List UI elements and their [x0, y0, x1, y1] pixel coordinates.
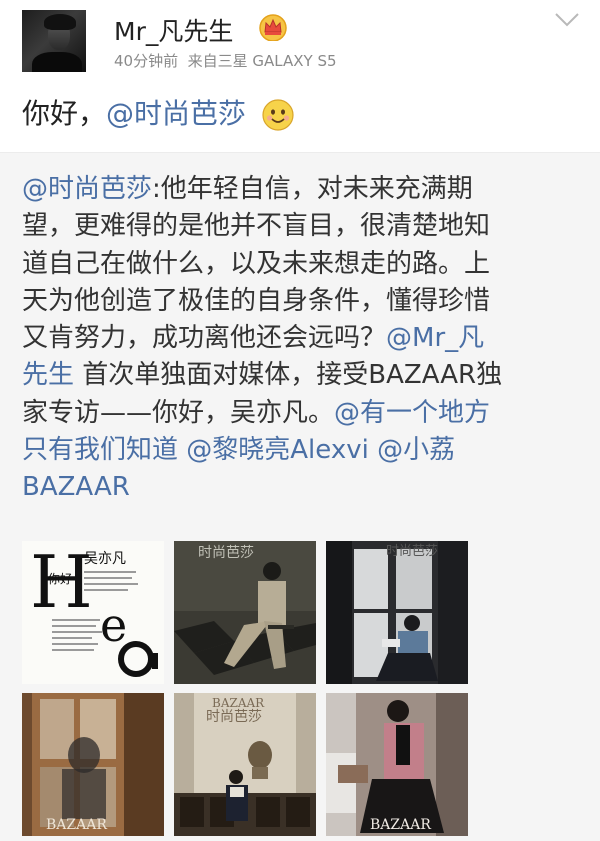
- repost-text-line: 道自己在做什么，以及未来想走的路。上: [22, 246, 582, 283]
- repost-text-line: 又肯努力，成功离他还会远吗？@Mr_凡: [22, 320, 582, 357]
- photo-text: BAZAAR: [212, 696, 265, 710]
- post-time: 40分钟前: [114, 52, 179, 70]
- avatar-silhouette: [32, 52, 82, 72]
- avatar-hair: [44, 14, 76, 30]
- repost-text-line: @时尚芭莎:他年轻自信，对未来充满期: [22, 171, 582, 208]
- photo-thumbnail[interactable]: BAZAAR: [22, 693, 164, 836]
- photo-text: e: [100, 598, 127, 652]
- smile-emoji-icon: [262, 99, 294, 131]
- repost-text-segment: 家专访——你好，吴亦凡。: [22, 397, 335, 428]
- repost-text-line: 只有我们知道 @黎晓亮Alexvi @小荔: [22, 432, 582, 469]
- photo-text: 时尚芭莎: [386, 544, 438, 559]
- photo-thumbnail[interactable]: 时尚芭莎: [326, 541, 468, 684]
- mention-link[interactable]: @时尚芭莎: [106, 97, 246, 130]
- mention-link[interactable]: @时尚芭莎: [22, 174, 152, 204]
- photo-thumbnail[interactable]: 时尚芭莎: [174, 541, 316, 684]
- mention-link[interactable]: BAZAAR: [22, 472, 130, 502]
- photo-text: 你好: [48, 572, 72, 586]
- chevron-down-icon[interactable]: [554, 12, 580, 28]
- mention-link[interactable]: 先生: [22, 360, 74, 390]
- repost-text-line: 望，更难得的是他并不盲目，很清楚地知: [22, 208, 582, 245]
- mention-link[interactable]: 只有我们知道 @黎晓亮Alexvi @小荔: [22, 435, 455, 465]
- photo-thumbnail[interactable]: BAZAAR: [326, 693, 468, 836]
- repost-text-line: BAZAAR: [22, 469, 582, 506]
- repost-text-segment: 天为他创造了极佳的自身条件，懂得珍惜: [22, 285, 491, 316]
- repost-text-segment: 首次单独面对媒体，接受BAZAAR独: [74, 360, 503, 391]
- photo-text: 时尚芭莎: [198, 544, 254, 561]
- username[interactable]: Mr_凡先生: [114, 12, 233, 48]
- photo-text: 时尚芭莎: [206, 708, 262, 725]
- photo-text: BAZAAR: [370, 817, 431, 833]
- mention-link[interactable]: @Mr_凡: [386, 323, 484, 353]
- photo-text: 吴亦凡: [84, 551, 126, 567]
- crown-vip-icon: [259, 14, 287, 41]
- repost-text-line: 家专访——你好，吴亦凡。@有一个地方: [22, 395, 582, 432]
- repost-card[interactable]: @时尚芭莎:他年轻自信，对未来充满期 望，更难得的是他并不盲目，很清楚地知 道自己在…: [0, 152, 600, 841]
- repost-text: @时尚芭莎:他年轻自信，对未来充满期 望，更难得的是他并不盲目，很清楚地知 道自己在…: [22, 171, 582, 507]
- photo-thumbnail[interactable]: H 吴亦凡 你好 e: [22, 541, 164, 684]
- post-text: 你好，@时尚芭莎: [22, 92, 294, 136]
- post-header: Mr_凡先生 40分钟前 来自三星 GALAXY S5: [0, 0, 600, 80]
- avatar[interactable]: [22, 10, 86, 72]
- repost-text-segment: 又肯努力，成功离他还会远吗？: [22, 323, 387, 354]
- repost-text-segment: 道自己在做什么，以及未来想走的路。上: [22, 248, 491, 279]
- post-text-prefix: 你好，: [22, 97, 107, 130]
- photo-text: BAZAAR: [46, 817, 107, 833]
- repost-text-line: 天为他创造了极佳的自身条件，懂得珍惜: [22, 283, 582, 320]
- mention-link[interactable]: @有一个地方: [334, 398, 490, 428]
- repost-text-segment: :他年轻自信，对未来充满期: [152, 174, 473, 204]
- repost-text-line: 先生 首次单独面对媒体，接受BAZAAR独: [22, 357, 582, 394]
- repost-text-segment: 望，更难得的是他并不盲目，很清楚地知: [22, 211, 491, 242]
- photo-thumbnail[interactable]: BAZAAR 时尚芭莎: [174, 693, 316, 836]
- post-meta: 40分钟前 来自三星 GALAXY S5: [114, 50, 337, 71]
- post-source[interactable]: 来自三星 GALAXY S5: [188, 52, 337, 70]
